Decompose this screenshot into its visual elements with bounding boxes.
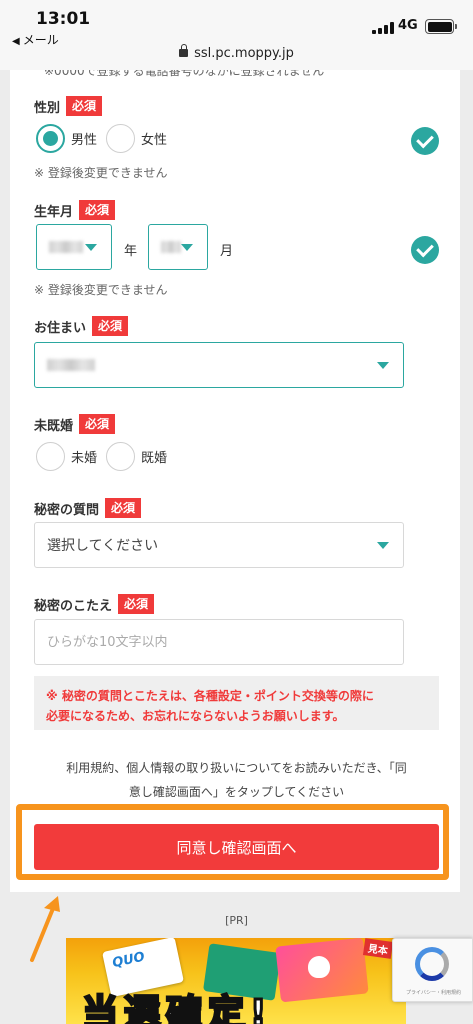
year-unit: 年: [124, 244, 138, 259]
marital-label: 未既婚 必須: [34, 414, 116, 434]
marital-married-radio[interactable]: 既婚: [106, 442, 167, 471]
back-label: メール: [22, 33, 59, 47]
signal-icon: [372, 22, 394, 34]
secret-answer-label: 秘密のこたえ 必須: [34, 594, 155, 614]
birth-month-select[interactable]: [148, 224, 208, 270]
url-bar[interactable]: ssl.pc.moppy.jp: [0, 44, 473, 61]
residence-select[interactable]: [34, 342, 404, 388]
radio-empty-icon: [106, 442, 135, 471]
dropdown-arrow-icon: [377, 362, 389, 369]
birth-year-select[interactable]: [36, 224, 112, 270]
required-badge: 必須: [118, 594, 155, 614]
cut-off-text: ※0000で登録する電話番号のなかに登録されません: [44, 70, 325, 78]
month-unit: 月: [220, 244, 234, 259]
secret-question-label: 秘密の質問 必須: [34, 498, 142, 518]
clock: 13:01: [36, 9, 91, 29]
required-badge: 必須: [66, 96, 103, 116]
secret-warning-box: ※ 秘密の質問とこたえは、各種設定・ポイント交換等の際に 必要になるため、お忘れ…: [34, 676, 439, 730]
dropdown-arrow-icon: [181, 244, 193, 251]
recaptcha-footer: プライバシー・利用規約: [406, 990, 461, 996]
agreement-text: 利用規約、個人情報の取り扱いについてをお読みいただき、「同 意し確認画面へ」をタ…: [66, 761, 407, 799]
pr-label: [PR]: [225, 914, 248, 927]
secret-question-select[interactable]: 選択してください: [34, 522, 404, 568]
residence-label: お住まい 必須: [34, 316, 129, 336]
dropdown-arrow-icon: [85, 244, 97, 251]
warning-line-2: 必要になるため、お忘れにならないようお願いします。: [46, 709, 345, 723]
gender-label: 性別 必須: [34, 96, 103, 116]
marital-single-radio[interactable]: 未婚: [36, 442, 97, 471]
required-badge: 必須: [105, 498, 142, 518]
required-badge: 必須: [79, 200, 116, 220]
radio-selected-icon: [36, 124, 65, 153]
birth-note: ※ 登録後変更できません: [34, 283, 168, 297]
secret-answer-input[interactable]: [35, 620, 403, 664]
dropdown-arrow-icon: [377, 542, 389, 549]
gender-note: ※ 登録後変更できません: [34, 166, 168, 180]
recaptcha-badge[interactable]: プライバシー・利用規約: [392, 938, 473, 1002]
secret-answer-field[interactable]: [34, 619, 404, 665]
apple-logo-icon: [308, 956, 330, 978]
sample-stamp: 見本: [362, 938, 394, 959]
lock-icon: [179, 44, 189, 57]
registration-form: ※0000で登録する電話番号のなかに登録されません 性別 必須 男性 女性 ※ 登…: [10, 70, 460, 892]
ad-banner[interactable]: QUO 見本 当選確定!: [66, 938, 406, 1024]
url-text: ssl.pc.moppy.jp: [194, 46, 294, 61]
network-type: 4G: [398, 18, 418, 33]
birth-label: 生年月 必須: [34, 200, 116, 220]
recaptcha-logo-icon: [415, 947, 449, 981]
birth-valid-check-icon: [411, 236, 439, 264]
battery-icon: [425, 19, 457, 34]
warning-line-1: ※ 秘密の質問とこたえは、各種設定・ポイント交換等の際に: [46, 689, 374, 703]
gender-male-radio[interactable]: 男性: [36, 124, 97, 153]
required-badge: 必須: [79, 414, 116, 434]
annotation-arrow-icon: [30, 896, 60, 962]
agree-confirm-button[interactable]: 同意し確認画面へ: [34, 824, 439, 870]
required-badge: 必須: [92, 316, 129, 336]
radio-empty-icon: [106, 124, 135, 153]
radio-empty-icon: [36, 442, 65, 471]
gender-female-radio[interactable]: 女性: [106, 124, 167, 153]
gender-valid-check-icon: [411, 127, 439, 155]
ad-headline: 当選確定!: [80, 992, 273, 1024]
status-bar: 13:01 ◀ メール 4G ssl.pc.moppy.jp: [0, 0, 473, 70]
